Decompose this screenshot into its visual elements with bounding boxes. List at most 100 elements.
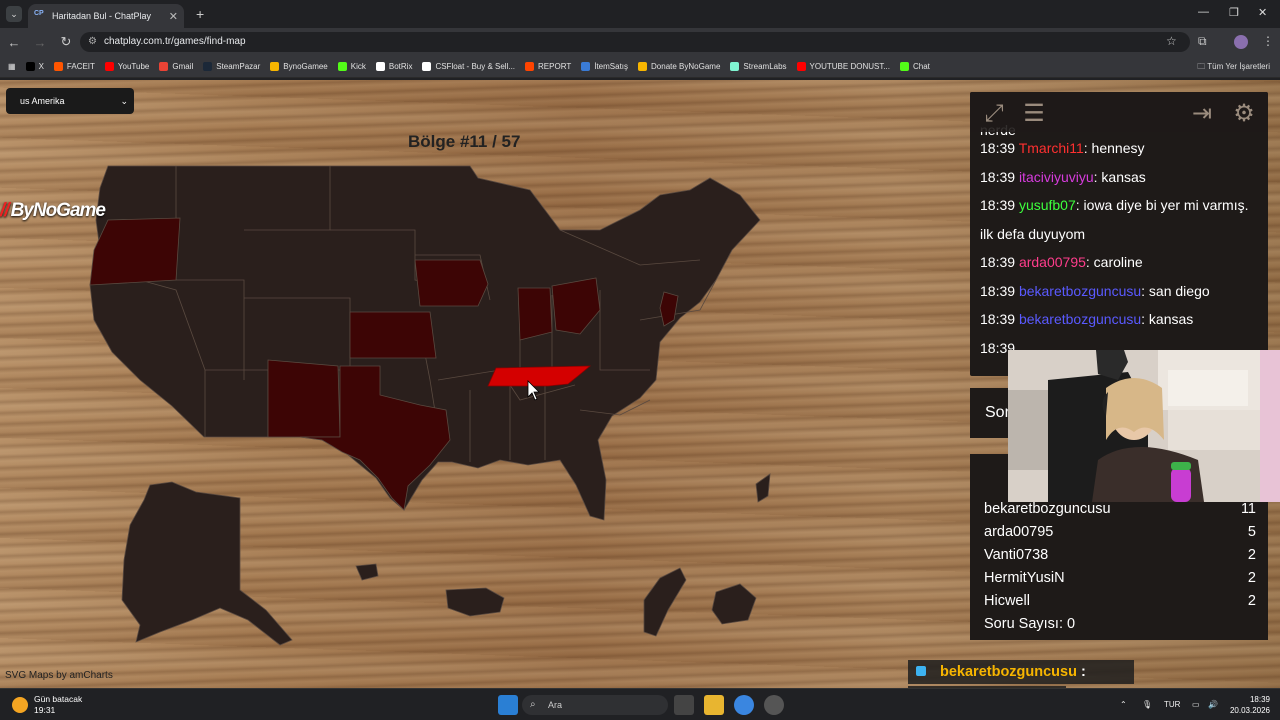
chat-username[interactable]: Tmarchi11 (1019, 140, 1084, 156)
bookmark-item[interactable]: BynoGamee (270, 62, 328, 71)
bookmark-label: SteamPazar (216, 62, 261, 71)
weather-title: Gün batacak (34, 694, 83, 704)
network-icon[interactable]: ▭ (1192, 700, 1200, 709)
windows-taskbar: Gün batacak 19:31 ⌕ Ara ⌃ 🎙 TUR ▭ 🔊 18:3… (0, 688, 1280, 720)
bookmark-item[interactable]: SteamPazar (203, 62, 260, 71)
chat-text: : iowa diye bi yer mi varmış. (1075, 197, 1249, 213)
bookmark-favicon-icon (375, 62, 385, 71)
obs-icon[interactable] (764, 695, 784, 715)
score-points: 2 (1247, 593, 1256, 609)
address-bar[interactable]: ⚙ chatplay.com.tr/games/find-map (80, 32, 1190, 52)
bookmark-label: YOUTUBE DONUST... (809, 62, 890, 71)
bookmark-favicon-icon (581, 62, 591, 71)
bookmark-label: Chat (913, 62, 930, 71)
bookmark-item[interactable]: YouTube (104, 62, 149, 71)
score-points: 2 (1247, 547, 1256, 563)
score-player-name: bekaretbozguncusu (984, 501, 1111, 517)
search-icon: ⌕ (530, 699, 536, 710)
fullscreen-icon[interactable]: ⤢ (978, 98, 1010, 130)
restore-icon[interactable]: ❐ (1229, 6, 1239, 19)
score-row: Hicwell 2 (984, 593, 1256, 615)
back-icon[interactable]: ← (2, 35, 26, 50)
close-window-icon[interactable]: ✕ (1258, 6, 1267, 19)
chat-toolbar: ⤢ ☰ ⇥ ⚙ (970, 92, 1268, 132)
tray-chevron-icon[interactable]: ⌃ (1120, 700, 1127, 709)
bookmark-item[interactable]: İtemSatış (581, 62, 628, 71)
chat-message: 18:39 arda00795: caroline (980, 248, 1262, 277)
bookmark-item[interactable]: X (25, 62, 44, 71)
weather-widget[interactable]: Gün batacak 19:31 (34, 694, 82, 716)
score-points: 11 (1240, 501, 1256, 517)
bookmark-item[interactable]: BotRix (375, 62, 412, 71)
badge-icon (916, 666, 926, 676)
browser-tab[interactable]: CP Haritadan Bul - ChatPlay ✕ (28, 4, 184, 28)
score-row: HermitYusiN 2 (984, 570, 1256, 592)
map-island-2 (445, 587, 505, 617)
bookmark-item[interactable]: YOUTUBE DONUST... (796, 62, 890, 71)
region-select[interactable]: us Amerika ⌄ (6, 88, 134, 114)
chat-text: : san diego (1141, 282, 1210, 299)
tab-search-icon[interactable]: ⌄ (6, 6, 22, 22)
new-tab-icon[interactable]: + (196, 6, 204, 22)
apps-icon[interactable]: ▦ (8, 62, 16, 71)
language-indicator[interactable]: TUR (1164, 700, 1180, 709)
extensions-icon[interactable]: ⧉ (1198, 34, 1207, 49)
settings-gear-icon[interactable]: ⚙ (1228, 98, 1260, 130)
score-player-name: Hicwell (984, 593, 1030, 609)
round-title: Bölge #11 / 57 (408, 132, 521, 151)
bookmark-label: BynoGamee (283, 62, 328, 71)
chrome-icon[interactable] (734, 695, 754, 715)
reload-icon[interactable]: ↻ (54, 34, 78, 50)
all-bookmarks-folder[interactable]: 🗀 Tüm Yer İşaretleri (1197, 61, 1270, 75)
taskbar-search[interactable]: ⌕ Ara (522, 695, 668, 715)
bookmark-item[interactable]: Chat (900, 62, 930, 71)
chat-message: 18:39 yusufb07: iowa diye bi yer mi varm… (980, 191, 1262, 220)
chat-username[interactable]: itaciviyuviyu (1019, 169, 1094, 185)
bookmark-label: FACEIT (66, 62, 95, 71)
bookmark-star-icon[interactable]: ☆ (1166, 34, 1177, 48)
bookmark-item[interactable]: Kick (337, 62, 366, 71)
overlay-chat-message: bekaretbozguncusu : kansas (908, 660, 1134, 684)
menu-icon[interactable]: ⋮ (1262, 34, 1274, 48)
bookmark-favicon-icon (638, 62, 648, 71)
list-icon[interactable]: ☰ (1018, 98, 1050, 130)
webcam-image (1008, 350, 1280, 502)
us-map[interactable] (0, 80, 960, 688)
map-state-indiana (517, 287, 553, 341)
chat-message: ilk defa duyuyom (980, 220, 1262, 249)
chat-messages: 18:39 Tmarchi11: hennesy 18:39 itaciviyuv… (980, 134, 1262, 362)
bookmark-item[interactable]: CSFloat - Buy & Sell... (422, 62, 515, 71)
chat-username[interactable]: bekaretbozguncusu (1019, 311, 1141, 327)
chat-time: 18:39 (980, 197, 1016, 213)
browser-toolbar: ← → ↻ ⚙ chatplay.com.tr/games/find-map ☆… (0, 28, 1280, 56)
system-clock[interactable]: 18:39 20.03.2026 (1226, 694, 1270, 716)
weather-sun-icon[interactable] (12, 697, 28, 713)
minimize-icon[interactable]: — (1198, 6, 1209, 18)
task-view-icon[interactable] (674, 695, 694, 715)
start-windows-icon[interactable] (498, 695, 518, 715)
forward-icon[interactable]: → (28, 35, 52, 50)
microphone-icon[interactable]: 🎙 (1142, 700, 1152, 709)
bookmark-item[interactable]: Donate ByNoGame (638, 62, 720, 71)
chat-username[interactable]: arda00795 (1019, 254, 1086, 270)
tab-title: Haritadan Bul - ChatPlay (52, 11, 152, 21)
bookmark-item[interactable]: REPORT (525, 62, 571, 71)
volume-icon[interactable]: 🔊 (1208, 700, 1218, 709)
exit-icon[interactable]: ⇥ (1186, 98, 1218, 130)
file-explorer-icon[interactable] (704, 695, 724, 715)
score-points: 5 (1247, 524, 1256, 540)
bookmark-item[interactable]: StreamLabs (730, 62, 787, 71)
chat-panel: nerde 18:39 Tmarchi11: hennesy18:39 itac… (970, 92, 1268, 376)
map-credit: SVG Maps by amCharts (5, 670, 113, 681)
site-info-icon[interactable]: ⚙ (88, 32, 97, 52)
profile-avatar[interactable] (1234, 35, 1248, 49)
chat-text: : kansas (1093, 168, 1146, 185)
map-alaska (121, 481, 293, 646)
chevron-down-icon: ⌄ (120, 96, 128, 106)
bookmark-item[interactable]: Gmail (159, 62, 193, 71)
chat-username[interactable]: yusufb07 (1019, 197, 1076, 213)
bookmark-label: REPORT (538, 62, 572, 71)
chat-username[interactable]: bekaretbozguncusu (1019, 283, 1141, 299)
close-tab-icon[interactable]: ✕ (169, 10, 178, 23)
bookmark-item[interactable]: FACEIT (53, 62, 95, 71)
